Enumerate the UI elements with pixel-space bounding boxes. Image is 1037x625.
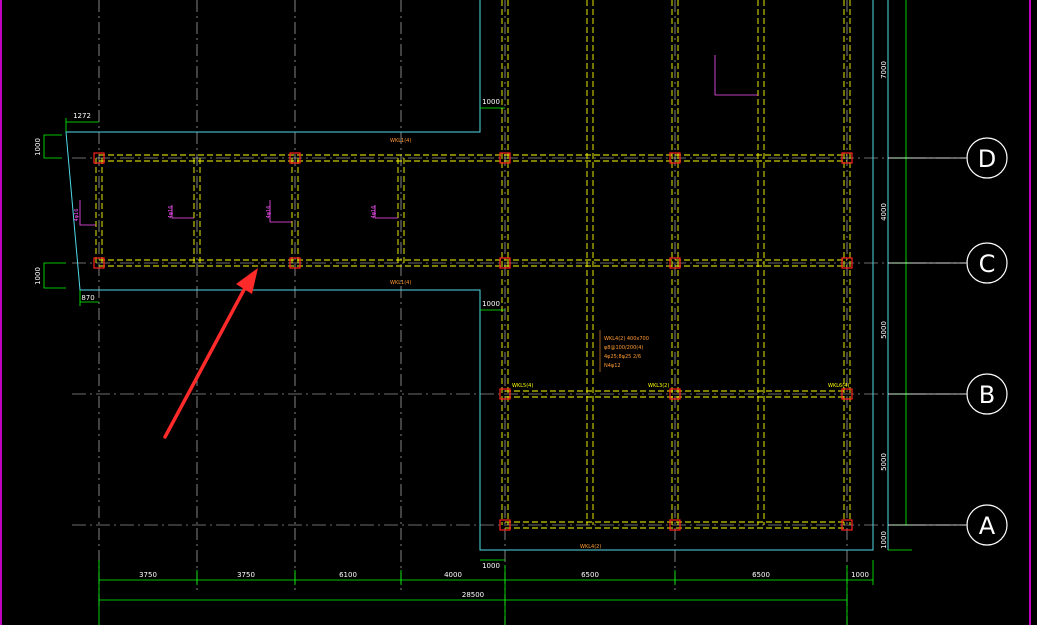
column-tag-4: 4φ16 xyxy=(371,206,377,219)
annotation-line-3: 4φ25;8φ25 2/6 xyxy=(604,354,641,360)
annotation-line-4: N4φ12 xyxy=(604,363,621,369)
column-tag-3: 4φ16 xyxy=(266,206,272,219)
dim-text-4: 4000 xyxy=(444,571,462,579)
side-offset-top: 1272 xyxy=(73,112,91,120)
offset-mark-2: 1000 xyxy=(482,300,500,308)
columns xyxy=(93,152,853,531)
right-dimension-lines xyxy=(888,0,912,551)
column-tag-1: 4φ16 xyxy=(74,209,80,222)
axis-label-c: C xyxy=(979,250,996,278)
cad-drawing: D C B A 3750 3750 6100 4000 6500 6500 10… xyxy=(0,0,1031,625)
column-tag-2: 4φ16 xyxy=(168,206,174,219)
offset-mark-3: 1000 xyxy=(482,562,500,570)
beam-labels: WKL1(4) WKL1(4) WKL4(2) WKL3(2) WKL5(4) … xyxy=(390,138,849,550)
right-dim-2: 4000 xyxy=(880,203,888,221)
left-dimension-texts: 1000 1000 1272 870 1000 1000 1000 xyxy=(34,98,500,570)
dim-text-2: 3750 xyxy=(237,571,255,579)
axis-label-b: B xyxy=(979,381,995,409)
right-dim-5: 1000 xyxy=(880,531,888,549)
axis-bubble-b: B xyxy=(966,373,1008,415)
horizontal-grid-lines xyxy=(72,157,968,526)
column-tags: 4φ16 4φ16 4φ16 4φ16 xyxy=(74,206,377,222)
axis-bubble-a: A xyxy=(966,504,1008,546)
right-dim-4: 5000 xyxy=(880,453,888,471)
left-dimension-marks xyxy=(43,107,505,311)
left-dim-2: 1000 xyxy=(34,267,42,285)
slab-outline xyxy=(65,0,889,551)
beam-label-3: WKL4(2) xyxy=(580,544,601,550)
bottom-dimension-texts: 3750 3750 6100 4000 6500 6500 1000 28500 xyxy=(139,571,869,599)
right-dim-3: 5000 xyxy=(880,321,888,339)
dim-text-3: 6100 xyxy=(339,571,357,579)
axis-label-d: D xyxy=(978,145,996,173)
side-offset-bottom: 870 xyxy=(81,294,94,302)
right-dimension-texts: 7000 4000 5000 5000 1000 xyxy=(880,61,888,549)
beam-label-6: WKL6(4) xyxy=(828,383,849,389)
beam-label-5: WKL5(4) xyxy=(512,383,533,389)
axis-label-a: A xyxy=(979,512,996,540)
magenta-tags xyxy=(79,55,758,226)
annotation-line-1: WKL4(2) 400x700 xyxy=(604,336,649,342)
beam-label-2: WKL1(4) xyxy=(390,280,411,286)
dim-text-5: 6500 xyxy=(581,571,599,579)
annotation-block: WKL4(2) 400x700 φ8@100/200(4) 4φ25;8φ25 … xyxy=(599,330,649,372)
axis-bubble-d: D xyxy=(966,137,1008,179)
beam-label-1: WKL1(4) xyxy=(390,138,411,144)
dim-text-total: 28500 xyxy=(462,591,484,599)
offset-mark-1: 1000 xyxy=(482,98,500,106)
dim-text-6: 6500 xyxy=(752,571,770,579)
right-dim-1: 7000 xyxy=(880,61,888,79)
left-dim-1: 1000 xyxy=(34,138,42,156)
axis-bubble-c: C xyxy=(966,242,1008,284)
red-arrow-icon xyxy=(163,268,258,439)
beam-label-4: WKL3(2) xyxy=(648,383,669,389)
vertical-grid-lines xyxy=(98,0,848,625)
dim-text-7: 1000 xyxy=(851,571,869,579)
beams xyxy=(95,0,851,529)
annotation-line-2: φ8@100/200(4) xyxy=(604,345,643,351)
dim-text-1: 3750 xyxy=(139,571,157,579)
